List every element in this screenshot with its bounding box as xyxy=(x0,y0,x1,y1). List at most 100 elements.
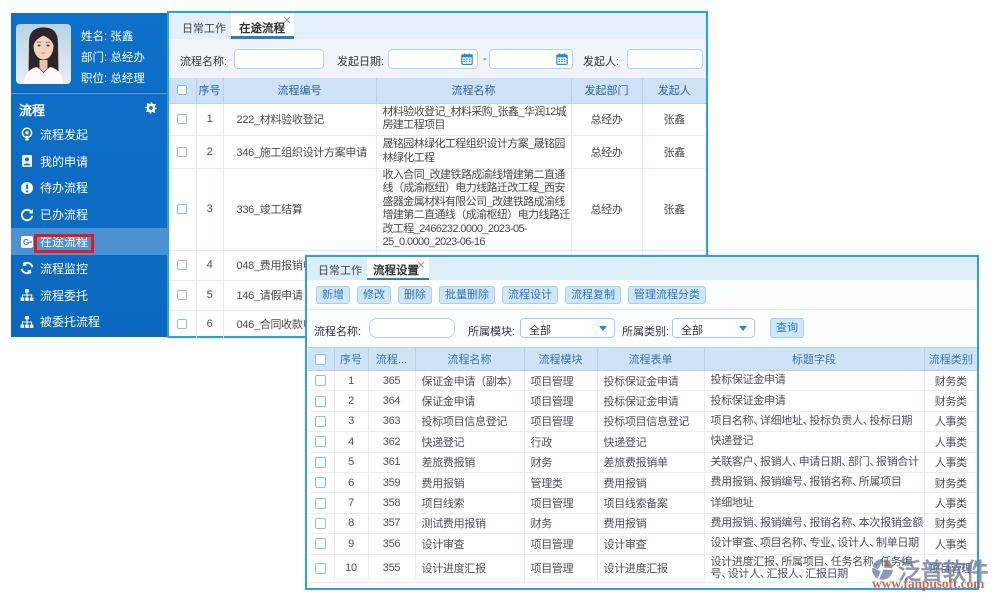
row-checkbox[interactable] xyxy=(315,375,327,387)
cell-code: 355 xyxy=(367,553,416,583)
row-checkbox[interactable] xyxy=(315,562,327,574)
cell-code: 361 xyxy=(367,451,416,473)
cell-title-fields: 详细地址 xyxy=(703,492,925,514)
toolbar-button-删除[interactable]: 删除 xyxy=(398,285,432,304)
row-checkbox[interactable] xyxy=(315,497,327,509)
select-all-checkbox[interactable] xyxy=(315,353,327,365)
cell-title-fields: 费用报销、报销编号、报销名称、本次报销金额 xyxy=(703,512,925,535)
cell-code: 336_竣工结算 xyxy=(222,168,377,251)
settings-tabstrip: 日常工作 流程设置 xyxy=(307,257,977,280)
cell-dept: 总经办 xyxy=(570,135,643,169)
header-checkbox-cell xyxy=(169,78,197,104)
cell-name: 项目线索 xyxy=(414,492,525,514)
tab-process-settings-label: 流程设置 xyxy=(373,265,419,277)
sidebar-item-label: 流程委托 xyxy=(40,288,89,303)
row-checkbox-cell xyxy=(308,451,335,473)
sidebar-item-已办流程[interactable]: 已办流程 xyxy=(11,201,167,228)
svg-text:G: G xyxy=(23,238,29,247)
main-tabstrip: 日常工作 在途流程 xyxy=(169,13,706,39)
sidebar-item-流程发起[interactable]: 流程发起 xyxy=(11,121,167,148)
table-row: 10 355 设计进度汇报 项目管理 设计进度汇报 设计进度汇报、所属项目、任务名称、任务… xyxy=(308,553,977,583)
search-button[interactable]: 查询 xyxy=(770,318,804,338)
cell-no: 8 xyxy=(333,512,369,535)
row-checkbox[interactable] xyxy=(315,518,327,530)
row-checkbox[interactable] xyxy=(177,319,188,330)
close-tab-icon[interactable] xyxy=(283,16,291,24)
filter-date-from-input[interactable] xyxy=(388,49,478,69)
toolbar-button-批量删除[interactable]: 批量删除 xyxy=(439,285,495,304)
module-dropdown[interactable]: 全部 xyxy=(520,318,615,338)
cell-module: 财务 xyxy=(523,451,598,473)
toolbar-button-流程复制[interactable]: 流程复制 xyxy=(565,285,621,304)
sidebar-item-在途流程[interactable]: G 在途流程 xyxy=(11,228,167,255)
row-checkbox[interactable] xyxy=(177,290,188,301)
sidebar-item-流程监控[interactable]: 流程监控 xyxy=(11,255,167,282)
sidebar-item-被委托流程[interactable]: 被委托流程 xyxy=(11,309,167,336)
toolbar-button-流程设计[interactable]: 流程设计 xyxy=(502,285,558,304)
cell-module: 项目管理 xyxy=(523,390,598,412)
cell-no: 2 xyxy=(195,135,224,169)
cell-no: 4 xyxy=(333,431,369,453)
cell-module: 项目管理 xyxy=(523,410,598,433)
select-all-checkbox[interactable] xyxy=(177,85,188,96)
sync-icon xyxy=(20,261,34,275)
tab-daily-work-2[interactable]: 日常工作 xyxy=(318,262,362,278)
gear-icon[interactable] xyxy=(145,101,157,114)
sidebar-item-label: 流程发起 xyxy=(40,127,89,142)
toolbar-button-新增[interactable]: 新增 xyxy=(316,285,350,304)
row-checkbox[interactable] xyxy=(315,456,327,468)
cell-form: 投标项目信息登记 xyxy=(596,410,705,433)
row-checkbox[interactable] xyxy=(315,416,327,428)
row-checkbox[interactable] xyxy=(315,395,327,407)
filter-name-input[interactable] xyxy=(234,49,324,69)
cell-no: 6 xyxy=(195,310,224,339)
cell-name: 投标项目信息登记 xyxy=(414,410,525,433)
toolbar-button-管理流程分类[interactable]: 管理流程分类 xyxy=(628,285,706,304)
sidebar-item-流程委托[interactable]: 流程委托 xyxy=(11,282,167,309)
filter-name-input[interactable] xyxy=(369,318,455,338)
date-separator: - xyxy=(483,53,487,65)
cell-category: 项目管理 xyxy=(923,553,977,583)
tab-in-transit-label: 在途流程 xyxy=(239,23,285,35)
cell-code: 364 xyxy=(367,390,416,412)
calendar-icon[interactable] xyxy=(556,53,568,66)
module-dropdown-value: 全部 xyxy=(529,325,551,337)
row-checkbox[interactable] xyxy=(315,436,327,448)
tab-in-transit[interactable]: 在途流程 xyxy=(231,13,294,39)
toolbar-button-修改[interactable]: 修改 xyxy=(357,285,391,304)
cell-form: 设计进度汇报 xyxy=(596,553,705,583)
table-row: 1 365 保证金申请（副本） 项目管理 投标保证金申请 投标保证金申请 财务类 xyxy=(308,369,977,392)
cell-code: 346_施工组织设计方案申请 xyxy=(222,135,377,169)
calendar-icon[interactable] xyxy=(461,53,473,66)
table-header-row: 序号 流程编号 流程名称 发起部门 发起人 xyxy=(169,78,706,104)
row-checkbox-cell xyxy=(308,390,335,412)
cell-no: 1 xyxy=(333,369,369,392)
filter-name-label: 流程名称: xyxy=(314,326,362,338)
row-checkbox[interactable] xyxy=(177,204,188,215)
filter-category-label: 所属类别: xyxy=(622,326,670,338)
sidebar-item-我的申请[interactable]: 我的申请 xyxy=(11,148,167,175)
row-checkbox[interactable] xyxy=(177,260,188,271)
cell-form: 差旅费报销单 xyxy=(596,451,705,473)
row-checkbox[interactable] xyxy=(177,146,188,157)
cell-form: 投标保证金申请 xyxy=(596,390,705,412)
avatar xyxy=(16,24,71,84)
cell-category: 人事类 xyxy=(923,492,977,514)
badge-person-icon xyxy=(20,154,34,168)
sidebar-item-label: 被委托流程 xyxy=(40,315,101,330)
cell-title-fields: 投标保证金申请 xyxy=(703,390,925,412)
row-checkbox[interactable] xyxy=(315,538,327,550)
row-checkbox-cell xyxy=(308,471,335,494)
cell-category: 财务类 xyxy=(923,390,977,412)
sidebar-item-待办流程[interactable]: 待办流程 xyxy=(11,175,167,202)
tab-process-settings[interactable]: 流程设置 xyxy=(367,257,429,280)
close-tab-icon[interactable] xyxy=(417,261,425,269)
filter-date-to-input[interactable] xyxy=(489,49,573,69)
settings-table-area: 序号 流程... 流程名称 流程模块 流程表单 标题字段 流程类别 1 365 保证… xyxy=(307,347,977,583)
row-checkbox[interactable] xyxy=(177,114,188,125)
filter-initiator-input[interactable] xyxy=(627,49,703,69)
tab-daily-work[interactable]: 日常工作 xyxy=(182,20,226,36)
category-dropdown[interactable]: 全部 xyxy=(672,318,755,338)
row-checkbox[interactable] xyxy=(315,477,327,489)
row-checkbox-cell xyxy=(169,103,197,136)
